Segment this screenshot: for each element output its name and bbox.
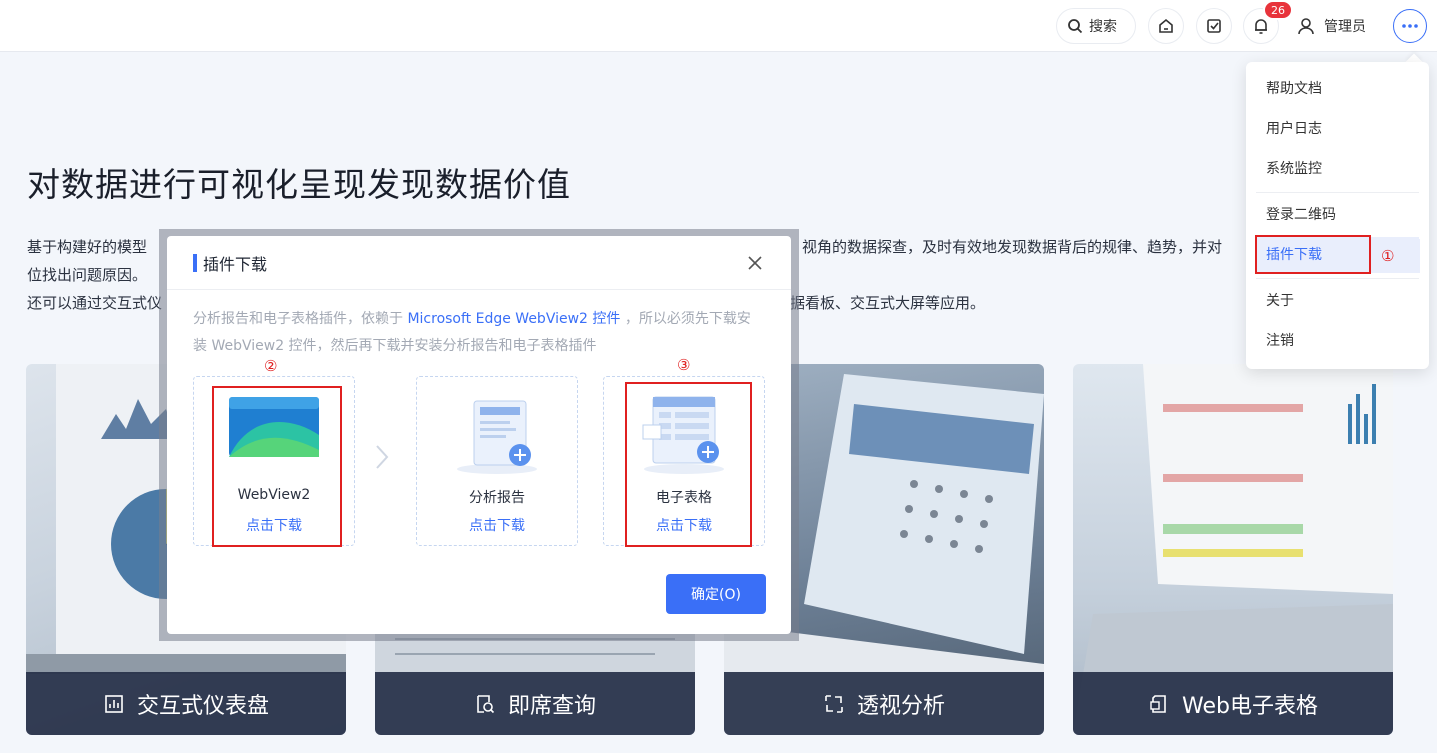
report-icon xyxy=(417,395,577,475)
menu-item-about[interactable]: 关于 xyxy=(1256,283,1419,319)
annotation-number-3: ③ xyxy=(677,356,691,374)
user-icon xyxy=(1298,18,1314,35)
dialog-note: 分析报告和电子表格插件，依赖于 Microsoft Edge WebView2 … xyxy=(193,311,751,354)
close-button[interactable] xyxy=(745,253,765,273)
search-button[interactable]: 搜索 xyxy=(1056,8,1136,44)
chart-icon xyxy=(105,694,123,713)
tasks-button[interactable] xyxy=(1196,8,1232,44)
card-label: 透视分析 xyxy=(724,672,1044,735)
menu-item-user-log[interactable]: 用户日志 xyxy=(1256,111,1419,147)
annotation-number-2: ② xyxy=(264,357,278,375)
menu-item-help-docs[interactable]: 帮助文档 xyxy=(1256,71,1419,107)
user-name: 管理员 xyxy=(1324,19,1366,35)
more-dots-icon xyxy=(1402,24,1418,28)
dialog-title: 插件下载 xyxy=(203,255,268,274)
title-accent-bar xyxy=(193,254,197,272)
menu-item-login-qrcode[interactable]: 登录二维码 xyxy=(1256,197,1419,233)
plugin-analysis-report: 分析报告 点击下载 xyxy=(416,376,578,546)
close-icon xyxy=(748,256,762,270)
search-icon xyxy=(1068,19,1083,34)
confirm-button[interactable]: 确定(O) xyxy=(666,574,766,614)
annotation-highlight-plugin xyxy=(1371,239,1420,273)
query-icon xyxy=(477,694,495,713)
dialog-header: 插件下载 xyxy=(167,236,791,290)
chevron-right-icon xyxy=(376,445,389,469)
webview2-link[interactable]: Microsoft Edge WebView2 控件 xyxy=(407,311,620,327)
card-label: Web电子表格 xyxy=(1073,672,1393,735)
menu-item-logout[interactable]: 注销 xyxy=(1256,323,1419,359)
page-title: 对数据进行可视化呈现发现数据价值 xyxy=(27,165,571,204)
home-button[interactable] xyxy=(1148,8,1184,44)
bell-icon xyxy=(1255,19,1267,34)
user-menu[interactable]: 管理员 xyxy=(1296,8,1366,44)
menu-divider xyxy=(1256,192,1419,193)
checklist-icon xyxy=(1207,19,1221,33)
more-dropdown-menu: 帮助文档 用户日志 系统监控 登录二维码 插件下载 关于 注销 xyxy=(1246,62,1429,369)
home-icon xyxy=(1159,18,1173,33)
annotation-box-3 xyxy=(625,382,752,547)
pivot-icon xyxy=(825,694,843,713)
top-bar: 搜索 26 管理员 xyxy=(0,0,1437,52)
notification-badge: 26 xyxy=(1263,0,1293,20)
card-spreadsheet[interactable]: Web电子表格 xyxy=(1073,364,1393,735)
search-label: 搜索 xyxy=(1089,19,1117,35)
annotation-box-2 xyxy=(212,386,342,547)
annotation-number-1: ① xyxy=(1381,247,1395,265)
download-link[interactable]: 点击下载 xyxy=(417,515,577,535)
card-label: 即席查询 xyxy=(375,672,695,735)
card-label: 交互式仪表盘 xyxy=(26,672,346,735)
menu-item-system-monitor[interactable]: 系统监控 xyxy=(1256,151,1419,187)
menu-divider xyxy=(1256,278,1419,279)
annotation-box-1 xyxy=(1255,235,1371,274)
plugin-name: 分析报告 xyxy=(469,490,525,506)
spreadsheet-icon xyxy=(1150,694,1166,713)
more-button[interactable] xyxy=(1393,9,1427,43)
